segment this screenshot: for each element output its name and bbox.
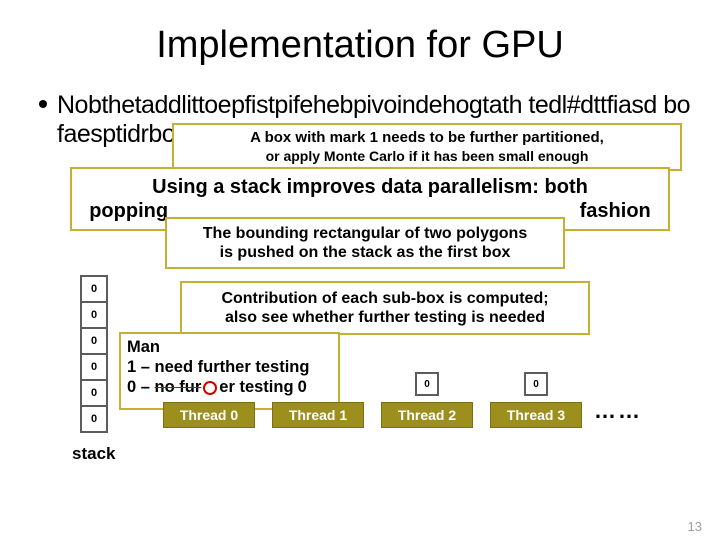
slide-title: Implementation for GPU <box>0 24 720 67</box>
callout-summary-l2b: fashion <box>580 200 651 222</box>
callout-bounding: The bounding rectangular of two polygons… <box>165 217 565 269</box>
subbox: 0 <box>524 372 548 396</box>
callout-contrib: Contribution of each sub-box is computed… <box>180 281 590 335</box>
callout-pop-l2: or apply Monte Carlo if it has been smal… <box>182 147 672 165</box>
bullet-line1: Nobthetaddlittoepfistpifehebpivoindehogt… <box>57 91 690 119</box>
legend-title: Man <box>127 337 332 357</box>
callout-contrib-l1: Contribution of each sub-box is computed… <box>190 289 580 308</box>
stack-cell: 0 <box>80 353 108 381</box>
stack-column: 0 0 0 0 0 0 <box>80 275 108 431</box>
legend-line1: 1 – need further testing <box>127 357 332 377</box>
stack-label: stack <box>72 444 115 464</box>
callout-summary-l2a: popping <box>89 200 168 222</box>
circle-marker-icon <box>203 381 217 395</box>
stack-cell: 0 <box>80 275 108 303</box>
page-number: 13 <box>688 519 702 534</box>
legend-line0-mid: er testing <box>219 378 293 396</box>
thread-2: Thread 2 <box>381 402 473 428</box>
legend-line0: 0 – no fur er testing 0 <box>127 377 332 397</box>
callout-bounding-l1: The bounding rectangular of two polygons <box>175 224 555 243</box>
legend-line0-strike: no fur <box>155 378 202 396</box>
legend-line0-pre: 0 – <box>127 378 155 396</box>
bullet-point: Nobthetaddlittoepfistpifehebpivoindehogt… <box>39 91 690 119</box>
callout-pop: A box with mark 1 needs to be further pa… <box>172 123 682 171</box>
thread-1: Thread 1 <box>272 402 364 428</box>
callout-contrib-l2: also see whether further testing is need… <box>190 308 580 327</box>
legend-line0-end: 0 <box>298 378 307 396</box>
stack-cell: 0 <box>80 301 108 329</box>
ellipsis-icon: …… <box>594 398 642 424</box>
callout-bounding-l2: is pushed on the stack as the first box <box>175 243 555 262</box>
mark-legend: Man 1 – need further testing 0 – no fur e… <box>119 332 340 410</box>
thread-0: Thread 0 <box>163 402 255 428</box>
stack-cell: 0 <box>80 379 108 407</box>
stack-cell: 0 <box>80 327 108 355</box>
callout-pop-l1: A box with mark 1 needs to be further pa… <box>182 129 672 147</box>
stack-cell: 0 <box>80 405 108 433</box>
callout-summary-l1: Using a stack improves data parallelism:… <box>82 175 658 199</box>
bullet-dot-icon <box>39 100 47 108</box>
thread-3: Thread 3 <box>490 402 582 428</box>
subbox: 0 <box>415 372 439 396</box>
